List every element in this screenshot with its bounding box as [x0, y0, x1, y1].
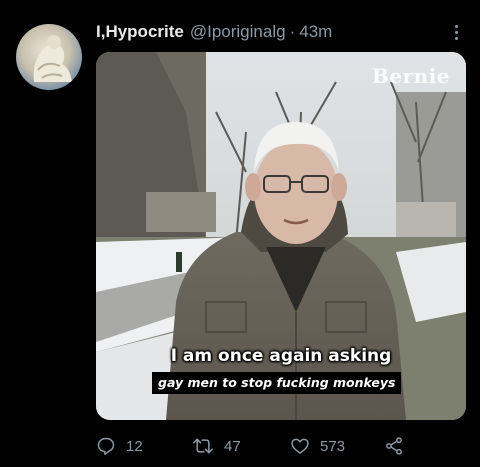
more-dot — [454, 30, 458, 34]
tweet-actions: 12 47 573 — [96, 432, 456, 460]
retweet-button[interactable]: 47 — [192, 432, 241, 460]
share-button[interactable] — [384, 432, 404, 460]
retweet-icon — [193, 438, 213, 454]
avatar[interactable] — [16, 24, 82, 90]
avatar-statue-image — [33, 35, 72, 82]
meme-caption-line-1: I am once again asking — [170, 346, 392, 366]
like-button[interactable]: 573 — [290, 432, 345, 460]
user-handle[interactable]: @Iporiginalg — [190, 20, 286, 44]
retweet-count: 47 — [224, 437, 241, 455]
more-dot — [454, 36, 458, 40]
meme-caption-line-2: gay men to stop fucking monkeys — [152, 372, 402, 394]
tweet[interactable]: I,Hypocrite @Iporiginalg · 43m Bernie I … — [0, 0, 480, 467]
display-name[interactable]: I,Hypocrite — [96, 20, 184, 44]
reply-button[interactable]: 12 — [96, 432, 143, 460]
timestamp[interactable]: 43m — [299, 20, 332, 44]
separator-dot: · — [289, 22, 296, 41]
more-dot — [454, 24, 458, 28]
like-icon — [291, 438, 309, 454]
tweet-media-image[interactable]: Bernie I am once again asking gay men to… — [96, 52, 466, 420]
reply-count: 12 — [126, 437, 143, 455]
bernie-watermark: Bernie — [371, 64, 450, 88]
like-count: 573 — [320, 437, 346, 455]
share-icon — [386, 437, 402, 455]
reply-icon — [97, 437, 115, 456]
tweet-header: I,Hypocrite @Iporiginalg · 43m — [96, 20, 332, 44]
more-icon[interactable] — [446, 22, 466, 42]
